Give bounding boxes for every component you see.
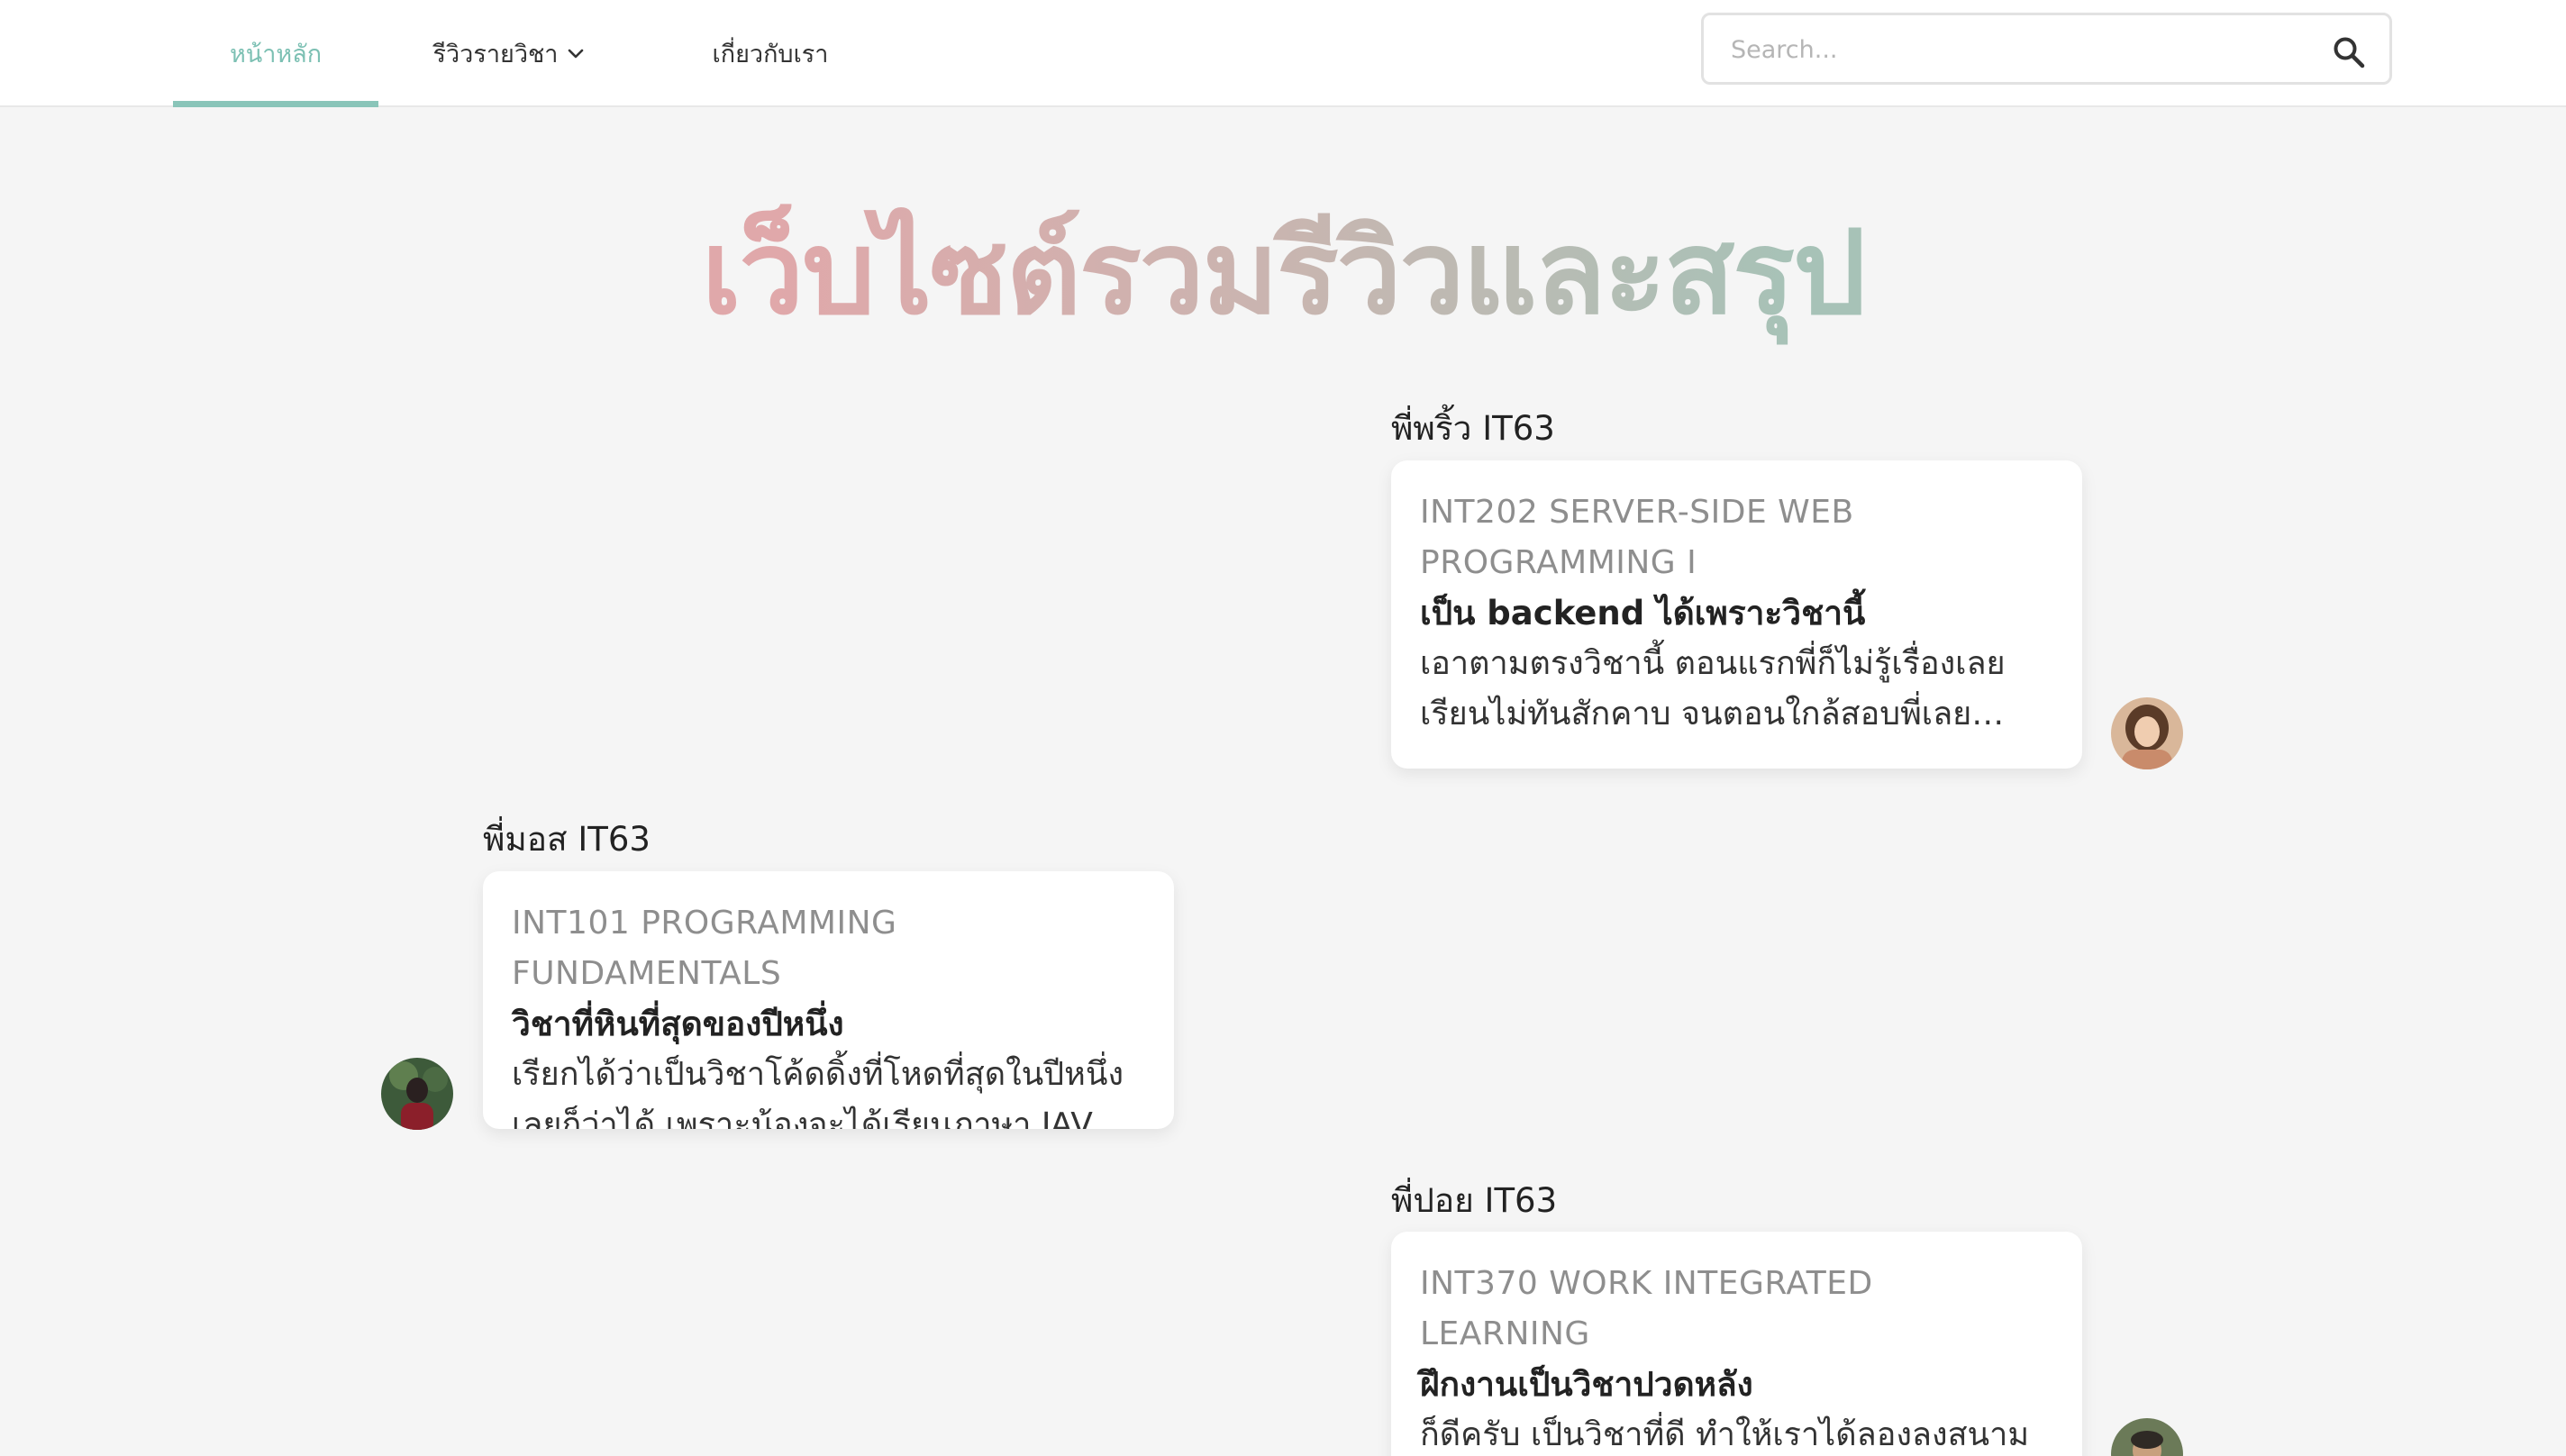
top-navbar: หน้าหลัก รีวิวรายวิชา เกี่ยวกับเรา: [0, 0, 2566, 107]
search-icon[interactable]: [2332, 35, 2366, 69]
review-title: เป็น backend ได้เพราะวิชานี้: [1420, 594, 1866, 632]
avatar[interactable]: [381, 1058, 453, 1130]
nav-about-tab[interactable]: เกี่ยวกับเรา: [694, 0, 847, 107]
nav-about-label: เกี่ยวกับเรา: [712, 41, 829, 68]
chevron-down-icon: [567, 48, 585, 60]
review-excerpt: ก็ดีครับ เป็นวิชาที่ดี ทำให้เราได้ลองลงส…: [1420, 1416, 2030, 1453]
review-author: พี่มอส IT63: [483, 820, 651, 859]
review-author: พี่ปอย IT63: [1391, 1181, 1558, 1220]
nav-reviews-label: รีวิวรายวิชา: [432, 41, 559, 68]
avatar[interactable]: [2111, 1418, 2183, 1456]
review-card[interactable]: INT101 PROGRAMMING FUNDAMENTALS วิชาที่ห…: [483, 871, 1174, 1129]
course-code: INT101 PROGRAMMING FUNDAMENTALS: [512, 905, 897, 992]
avatar[interactable]: [2111, 697, 2183, 769]
review-title: ฝึกงานเป็นวิชาปวดหลัง: [1420, 1365, 1753, 1404]
hero-title: เว็บไซต์รวมรีวิวและสรุป: [0, 202, 2566, 346]
review-card[interactable]: INT202 SERVER-SIDE WEB PROGRAMMING I เป็…: [1391, 460, 2082, 769]
nav-home-tab[interactable]: หน้าหลัก: [173, 0, 378, 107]
review-card[interactable]: INT370 WORK INTEGRATED LEARNING ฝึกงานเป…: [1391, 1232, 2082, 1456]
review-author: พี่พริ้ว IT63: [1391, 409, 1555, 448]
review-excerpt: เรียกได้ว่าเป็นวิชาโค้ดดิ้งที่โหดที่สุดใ…: [512, 1056, 1124, 1129]
review-excerpt: เอาตามตรงวิชานี้ ตอนแรกพี่ก็ไม่รู้เรื่อง…: [1420, 645, 2006, 733]
search-box: [1701, 13, 2392, 85]
search-input[interactable]: [1731, 32, 2307, 68]
course-code: INT202 SERVER-SIDE WEB PROGRAMMING I: [1420, 494, 1854, 581]
course-code: INT370 WORK INTEGRATED LEARNING: [1420, 1265, 1873, 1352]
nav-reviews-dropdown[interactable]: รีวิวรายวิชา: [423, 0, 595, 107]
nav-home-label: หน้าหลัก: [229, 41, 323, 68]
review-title: วิชาที่หินที่สุดของปีหนึ่ง: [512, 1005, 844, 1043]
